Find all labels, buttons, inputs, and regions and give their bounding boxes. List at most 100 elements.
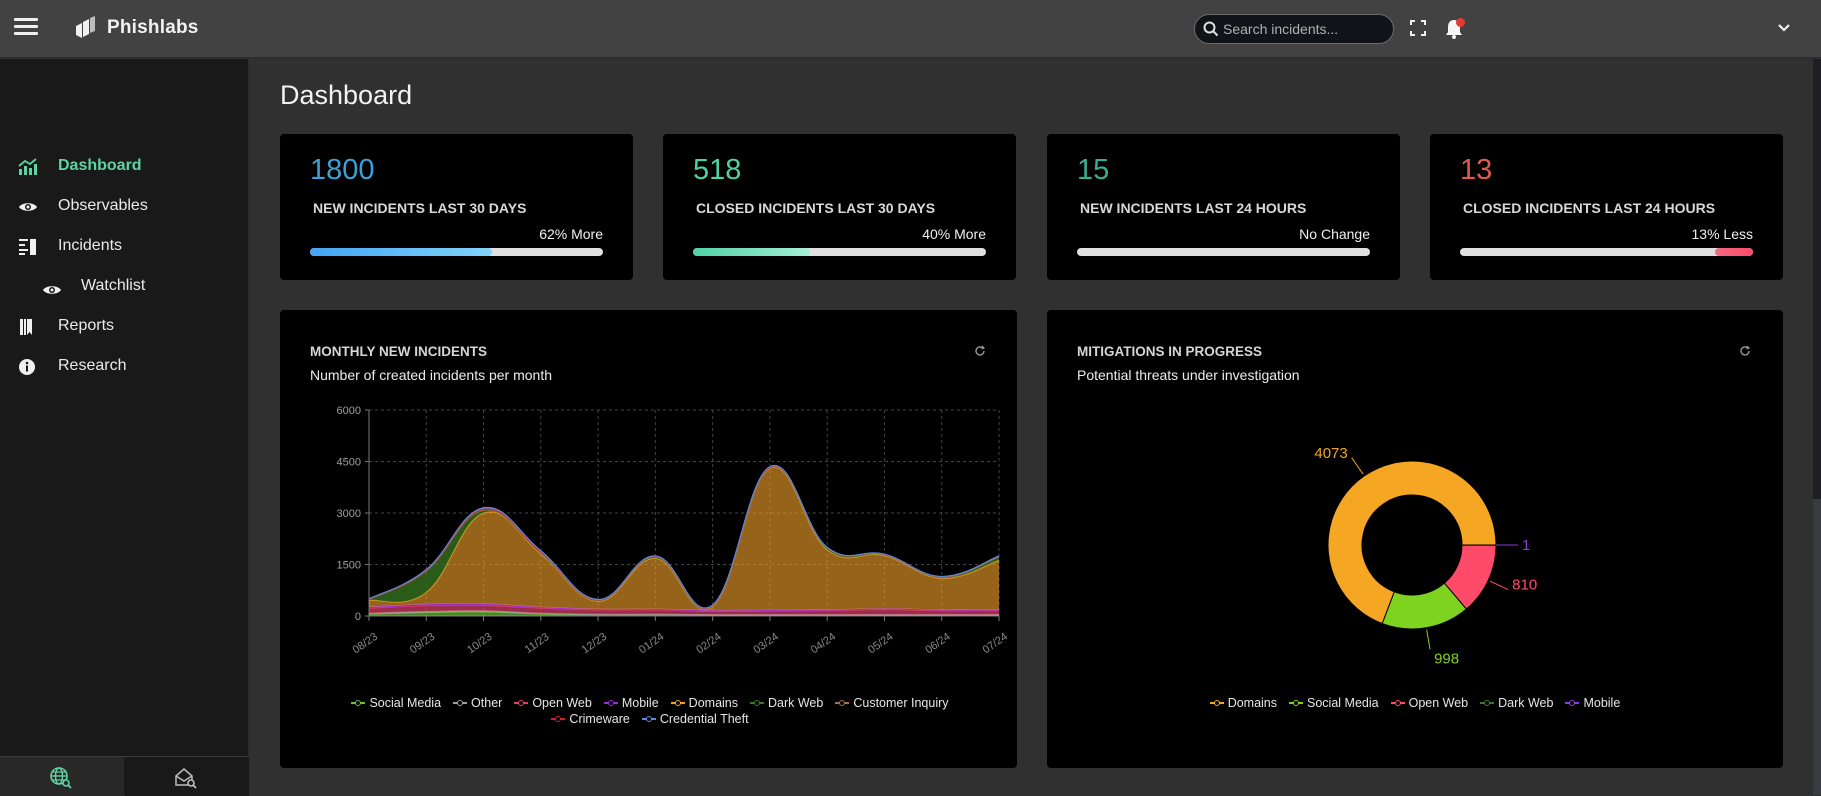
stat-progress-fill <box>1715 248 1753 256</box>
y-tick-label: 3000 <box>337 508 361 520</box>
sidebar-bottom-tabs <box>0 756 249 795</box>
stat-progress-track <box>1077 248 1370 256</box>
stat-card-new-30d: 1800 NEW INCIDENTS LAST 30 DAYS 62% More <box>280 134 633 280</box>
label-leader <box>1427 630 1430 650</box>
x-tick-label: 11/23 <box>523 631 552 656</box>
x-tick-label: 04/24 <box>809 631 838 657</box>
stat-progress-track <box>693 248 986 256</box>
slice-label: 1 <box>1522 537 1530 554</box>
legend-item[interactable]: Social Media <box>1289 696 1379 710</box>
sidebar-item-reports[interactable]: Reports <box>0 309 249 345</box>
legend-item[interactable]: Other <box>453 696 502 710</box>
stat-card-closed-30d: 518 CLOSED INCIDENTS LAST 30 DAYS 40% Mo… <box>663 134 1016 280</box>
list-icon <box>18 238 38 256</box>
stat-value: 1800 <box>310 154 375 187</box>
reports-icon <box>18 318 38 336</box>
search-input[interactable] <box>1223 19 1383 39</box>
phishlabs-logo-icon <box>74 16 96 40</box>
top-bar: Phishlabs <box>0 0 1821 58</box>
panel-subtitle: Number of created incidents per month <box>310 367 552 383</box>
legend-label: Mobile <box>1583 696 1620 710</box>
legend-item[interactable]: Open Web <box>514 696 592 710</box>
refresh-icon[interactable] <box>974 345 986 357</box>
sidebar-item-research[interactable]: Research <box>0 349 249 385</box>
fullscreen-icon[interactable] <box>1410 20 1426 36</box>
legend-label: Crimeware <box>569 712 629 726</box>
page-scrollbar[interactable] <box>1813 59 1821 795</box>
x-tick-label: 09/23 <box>408 631 437 657</box>
legend-item[interactable]: Domains <box>1210 696 1277 710</box>
legend-marker-icon <box>1289 699 1303 707</box>
sidebar-item-label: Dashboard <box>58 157 142 175</box>
legend-label: Credential Theft <box>660 712 749 726</box>
stat-change: 62% More <box>539 226 603 242</box>
sidebar-item-incidents[interactable]: Incidents <box>0 229 249 265</box>
legend-item[interactable]: Credential Theft <box>642 712 749 726</box>
legend-label: Dark Web <box>768 696 823 710</box>
panel-subtitle: Potential threats under investigation <box>1077 367 1300 383</box>
globe-search-icon <box>50 767 72 789</box>
legend-label: Customer Inquiry <box>853 696 948 710</box>
sidebar-item-label: Incidents <box>58 237 122 255</box>
stat-value: 15 <box>1077 154 1109 187</box>
brand-name: Phishlabs <box>107 17 199 39</box>
legend-label: Domains <box>689 696 738 710</box>
slice-label: 810 <box>1512 577 1537 594</box>
sidebar-item-label: Observables <box>58 197 148 215</box>
y-tick-label: 1500 <box>337 560 361 572</box>
legend-item[interactable]: Mobile <box>1565 696 1620 710</box>
legend-item[interactable]: Open Web <box>1391 696 1469 710</box>
sidebar-item-observables[interactable]: Observables <box>0 189 249 225</box>
tab-mail-search[interactable] <box>125 757 249 796</box>
slice-label: 998 <box>1434 650 1459 667</box>
menu-icon[interactable] <box>14 18 38 36</box>
sidebar-item-watchlist[interactable]: Watchlist <box>0 269 249 305</box>
sidebar-item-dashboard[interactable]: Dashboard <box>0 149 249 185</box>
mitigations-panel: MITIGATIONS IN PROGRESS Potential threat… <box>1047 310 1783 768</box>
tab-globe-search[interactable] <box>0 757 124 796</box>
legend-label: Mobile <box>622 696 659 710</box>
legend-marker-icon <box>1391 699 1405 707</box>
legend-item[interactable]: Crimeware <box>551 712 629 726</box>
legend-marker-icon <box>514 699 528 707</box>
mitigations-donut-chart: 4073 998 810 1 <box>1047 410 1783 710</box>
legend-label: Social Media <box>369 696 441 710</box>
stat-title: NEW INCIDENTS LAST 30 DAYS <box>313 200 526 216</box>
chevron-down-icon[interactable] <box>1777 22 1791 34</box>
notifications-button[interactable] <box>1444 18 1466 40</box>
stat-title: CLOSED INCIDENTS LAST 30 DAYS <box>696 200 935 216</box>
eye-icon <box>42 281 62 299</box>
search-icon <box>1203 21 1219 37</box>
scrollbar-thumb[interactable] <box>1813 59 1821 499</box>
x-tick-label: 12/23 <box>580 631 609 657</box>
legend-label: Open Web <box>1409 696 1469 710</box>
slice-label: 4073 <box>1314 445 1347 462</box>
x-tick-label: 08/23 <box>351 631 380 657</box>
stat-value: 13 <box>1460 154 1492 187</box>
x-tick-label: 07/24 <box>981 631 1010 657</box>
panel-title: MITIGATIONS IN PROGRESS <box>1077 344 1262 359</box>
y-tick-label: 0 <box>355 611 361 623</box>
legend-marker-icon <box>835 699 849 707</box>
sidebar-item-label: Reports <box>58 317 114 335</box>
legend-marker-icon <box>551 715 565 723</box>
legend-marker-icon <box>642 715 656 723</box>
legend-item[interactable]: Dark Web <box>750 696 823 710</box>
stat-title: NEW INCIDENTS LAST 24 HOURS <box>1080 200 1306 216</box>
sidebar-item-label: Research <box>58 357 126 375</box>
legend-item[interactable]: Mobile <box>604 696 659 710</box>
legend-item[interactable]: Dark Web <box>1480 696 1553 710</box>
label-leader <box>1490 581 1508 589</box>
legend-item[interactable]: Social Media <box>351 696 441 710</box>
stat-card-closed-24h: 13 CLOSED INCIDENTS LAST 24 HOURS 13% Le… <box>1430 134 1783 280</box>
legend-item[interactable]: Customer Inquiry <box>835 696 948 710</box>
legend-label: Other <box>471 696 502 710</box>
x-tick-label: 06/24 <box>923 631 952 657</box>
stat-card-new-24h: 15 NEW INCIDENTS LAST 24 HOURS No Change <box>1047 134 1400 280</box>
search-box[interactable] <box>1194 14 1394 44</box>
sidebar-item-label: Watchlist <box>81 277 145 295</box>
legend-marker-icon <box>1480 699 1494 707</box>
legend-item[interactable]: Domains <box>671 696 738 710</box>
refresh-icon[interactable] <box>1739 345 1751 357</box>
label-leader <box>1352 458 1363 474</box>
